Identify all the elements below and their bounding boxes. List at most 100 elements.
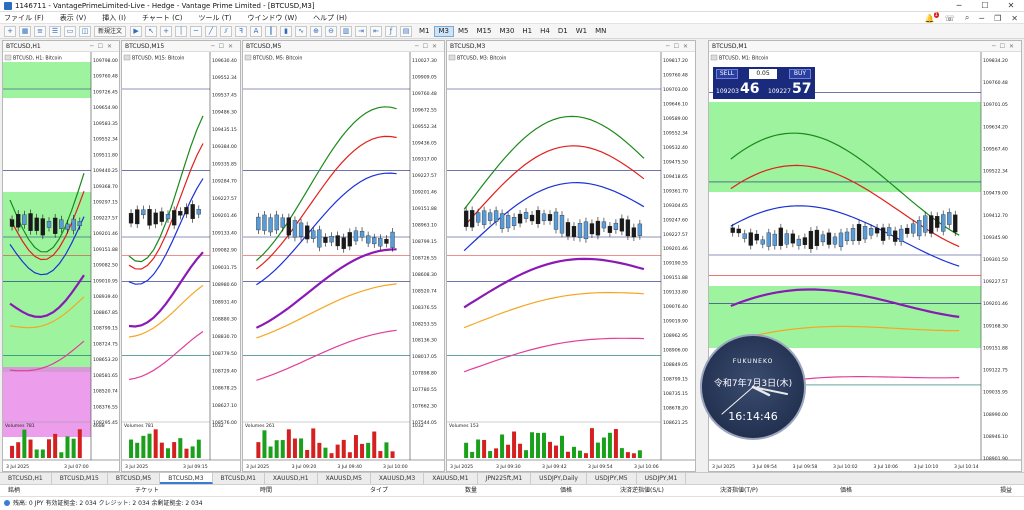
line-chart-icon[interactable]: ∿ — [295, 25, 308, 37]
chart-tab[interactable]: BTCUSD,H1 — [0, 473, 52, 484]
tf-m1[interactable]: M1 — [415, 26, 434, 37]
horizontal-line-icon[interactable]: ─ — [190, 25, 203, 37]
trendline-icon[interactable]: ╱ — [205, 25, 218, 37]
text-icon[interactable]: A — [250, 25, 263, 37]
tf-h1[interactable]: H1 — [518, 26, 536, 37]
bid-price-big[interactable]: 46 — [740, 81, 759, 97]
chart-window-controls[interactable]: ─☐✕ — [415, 41, 441, 52]
menu-view[interactable]: 表示 (V) — [60, 13, 86, 23]
terminal-icon[interactable]: ▭ — [64, 25, 76, 37]
chart-window-controls[interactable]: ─☐✕ — [211, 41, 237, 52]
templates-icon[interactable]: ▤ — [400, 25, 413, 37]
menu-insert[interactable]: 挿入 (I) — [102, 13, 126, 23]
candle-body — [305, 225, 310, 240]
sell-button[interactable]: SELL — [716, 69, 738, 79]
market-watch-icon[interactable]: ≡ — [34, 25, 46, 37]
chart-tab[interactable]: BTCUSD,M1 — [213, 473, 265, 484]
tf-m15[interactable]: M15 — [473, 26, 496, 37]
minimize-chart-icon[interactable]: ─ — [979, 14, 984, 23]
ask-price-prefix[interactable]: 109227 — [768, 88, 791, 95]
maximize-icon[interactable]: ☐ — [972, 0, 998, 12]
algo-trading-icon[interactable]: ▶ — [130, 25, 143, 37]
restore-chart-icon[interactable]: ❐ — [994, 14, 1001, 23]
vertical-line-icon[interactable]: │ — [175, 25, 188, 37]
candle-body — [766, 232, 771, 247]
menu-window[interactable]: ウインドウ (W) — [247, 13, 297, 23]
fibo-icon[interactable]: ꟻ — [235, 25, 248, 37]
notification-icon[interactable]: 🔔 1 — [925, 11, 939, 23]
moving-average-line — [256, 135, 397, 270]
lot-size-input[interactable]: 0.05 — [749, 69, 777, 79]
chart-tab[interactable]: BTCUSD,M3 — [160, 473, 213, 484]
menu-tools[interactable]: ツール (T) — [198, 13, 231, 23]
search-icon[interactable]: ⌕ — [965, 13, 969, 23]
chart-plot-area[interactable]: 109798.00 109760.48 109726.45 109654.90 1095… — [3, 52, 119, 471]
symbol-icon — [123, 54, 131, 61]
tile-icon[interactable]: ▥ — [340, 25, 353, 37]
zoom-out-icon[interactable]: ⊖ — [325, 25, 338, 37]
tf-m5[interactable]: M5 — [454, 26, 473, 37]
moving-average-line — [463, 257, 645, 309]
chart-tab[interactable]: JPN225ft,M1 — [478, 473, 532, 484]
tf-m30[interactable]: M30 — [495, 26, 518, 37]
chart-tab[interactable]: XAUUSD,M1 — [424, 473, 478, 484]
chart-window-controls[interactable]: ─☐✕ — [666, 41, 692, 52]
candle-body — [359, 230, 365, 238]
crosshair-icon[interactable]: + — [160, 25, 173, 37]
highlight-zone — [3, 62, 91, 98]
chart-tab[interactable]: USDJPY,M1 — [637, 473, 687, 484]
phone-icon[interactable]: ☏ — [945, 14, 955, 23]
new-order-button[interactable]: 新規注文 — [94, 25, 127, 37]
chart-shift-icon[interactable]: ⇤ — [370, 25, 383, 37]
chart-plot-area[interactable]: 109817.20 109760.48 109703.00 109646.10 1095… — [447, 52, 695, 471]
ask-price-big[interactable]: 57 — [792, 81, 811, 97]
navigator-icon[interactable]: ☰ — [49, 25, 61, 37]
autoscroll-icon[interactable]: ⇥ — [355, 25, 368, 37]
chart-window-btcusd-m15[interactable]: BTCUSD,M15 ─☐✕ 109630.40 109552.34 109537.4… — [121, 40, 241, 472]
tf-mn[interactable]: MN — [591, 26, 610, 37]
chart-window-controls[interactable]: ─☐✕ — [992, 41, 1018, 52]
volume-bar — [559, 435, 564, 458]
tf-w1[interactable]: W1 — [572, 26, 591, 37]
menu-file[interactable]: ファイル (F) — [4, 13, 44, 23]
close-icon[interactable]: ✕ — [998, 0, 1024, 12]
chart-window-btcusd-m3[interactable]: BTCUSD,M3 ─☐✕ 109817.20 109760.48 109703.00… — [446, 40, 696, 472]
price-tick-label: 108931.40 — [212, 299, 237, 305]
menu-chart[interactable]: チャート (C) — [142, 13, 183, 23]
time-axis-label: 3 Jul 10:14 — [954, 464, 979, 470]
menu-help[interactable]: ヘルプ (H) — [313, 13, 347, 23]
chart-plot-area[interactable]: 110027.30 109909.05 109760.48 109672.55 1095… — [243, 52, 444, 471]
chart-window-btcusd-h1[interactable]: BTCUSD,H1 ─☐✕ 109798.00 109760.48 109726.45… — [2, 40, 120, 472]
close-chart-icon[interactable]: ✕ — [1011, 14, 1018, 23]
candle-chart-icon[interactable]: ▮ — [280, 25, 293, 37]
price-tick-label: 109435.15 — [212, 127, 237, 133]
chart-tab[interactable]: XAUUSD,M5 — [318, 473, 371, 484]
chart-window-btcusd-m5[interactable]: BTCUSD,M5 ─☐✕ 110027.30 109909.05 109760.48… — [242, 40, 445, 472]
tf-m3[interactable]: M3 — [433, 25, 455, 37]
chart-tab[interactable]: XAUUSD,H1 — [265, 473, 318, 484]
chart-tab[interactable]: BTCUSD,M5 — [108, 473, 161, 484]
time-axis-label: 3 Jul 10:00 — [383, 464, 408, 470]
buy-button[interactable]: BUY — [789, 69, 811, 79]
cursor-icon[interactable]: ↖ — [145, 25, 158, 37]
minimize-icon[interactable]: ─ — [946, 0, 972, 12]
indicators-icon[interactable]: ƒ — [385, 25, 398, 37]
profiles-icon[interactable]: ▦ — [19, 25, 31, 37]
tester-icon[interactable]: ◫ — [79, 25, 91, 37]
zoom-in-icon[interactable]: ⊕ — [310, 25, 323, 37]
chart-window-controls[interactable]: ─☐✕ — [90, 41, 116, 52]
chart-tab[interactable]: XAUUSD,M3 — [371, 473, 425, 484]
chart-tab[interactable]: BTCUSD,M15 — [52, 473, 108, 484]
tf-d1[interactable]: D1 — [554, 26, 572, 37]
tf-h4[interactable]: H4 — [536, 26, 554, 37]
volume-bar — [360, 443, 365, 458]
volume-bar — [390, 451, 395, 458]
chart-tab[interactable]: USDJPY,Daily — [531, 473, 587, 484]
chart-tab[interactable]: USDJPY,M5 — [587, 473, 637, 484]
bid-price-prefix[interactable]: 109203 — [716, 88, 739, 95]
chart-plot-area[interactable]: 109630.40 109552.34 109537.45 109486.30 1094… — [122, 52, 240, 471]
channel-icon[interactable]: ⫽ — [220, 25, 233, 37]
new-chart-icon[interactable]: + — [4, 25, 16, 37]
bar-chart-icon[interactable]: ┃ — [265, 25, 278, 37]
candle-body — [754, 233, 759, 241]
